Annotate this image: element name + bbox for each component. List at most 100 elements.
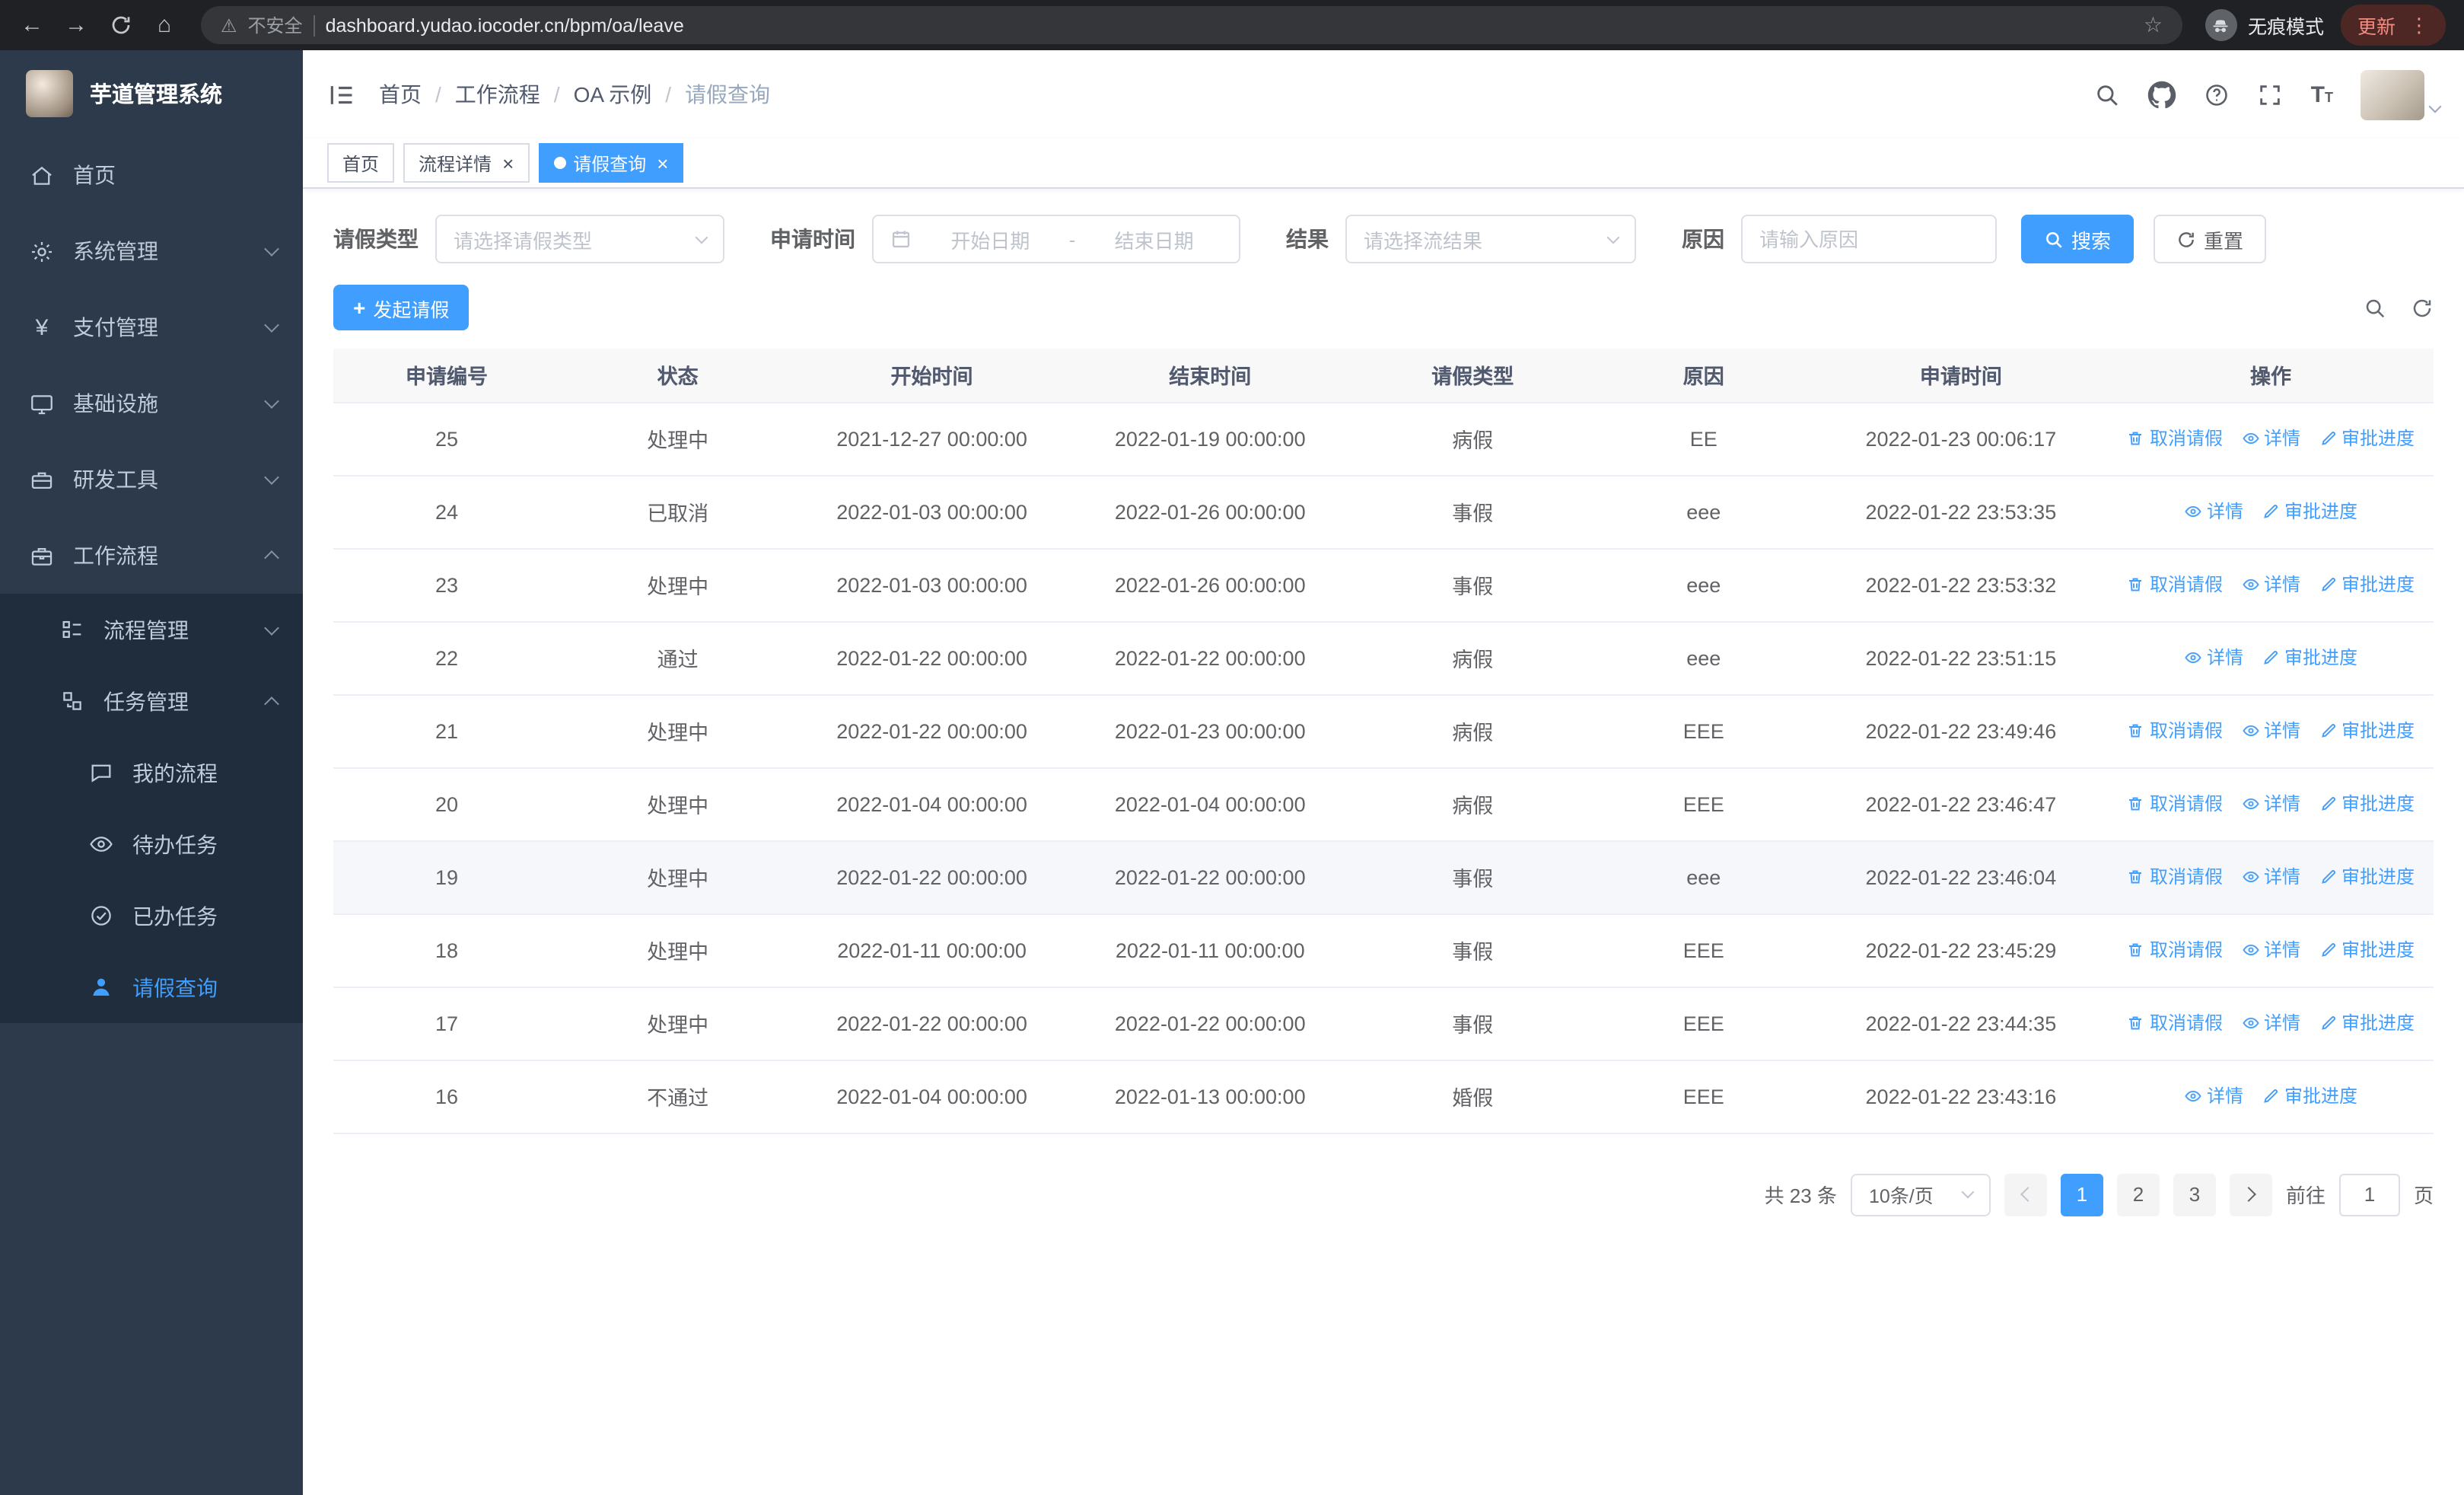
action-cancel-link[interactable]: 取消请假 [2127, 1010, 2223, 1036]
help-icon[interactable] [2205, 81, 2230, 107]
action-detail-link[interactable]: 详情 [2184, 499, 2243, 524]
chevron-down-icon [264, 241, 279, 257]
action-cancel-link[interactable]: 取消请假 [2127, 937, 2223, 963]
action-cancel-link[interactable]: 取消请假 [2127, 864, 2223, 890]
logo[interactable]: 芋道管理系统 [0, 50, 303, 137]
breadcrumb-item[interactable]: 首页 [379, 79, 422, 110]
breadcrumb-item[interactable]: OA 示例 [574, 79, 652, 110]
table-row: 17 处理中 2022-01-22 00:00:00 2022-01-22 00:00… [333, 987, 2434, 1060]
refresh-table-icon[interactable] [2411, 296, 2434, 319]
sidebar-item-infra[interactable]: 基础设施 [0, 365, 303, 441]
sidebar-item-task-mgmt[interactable]: 任务管理 [0, 665, 303, 737]
home-icon[interactable]: ⌂ [151, 12, 178, 38]
user-menu[interactable] [2361, 69, 2442, 120]
action-progress-link[interactable]: 审批进度 [2319, 937, 2415, 963]
browser-chrome: ← → ⌂ ⚠ 不安全 dashboard.yudao.iocoder.cn/b… [0, 0, 2464, 50]
close-icon[interactable]: × [657, 153, 668, 173]
action-progress-link[interactable]: 审批进度 [2319, 572, 2415, 598]
reset-button[interactable]: 重置 [2154, 215, 2267, 263]
create-leave-button[interactable]: + 发起请假 [333, 285, 470, 330]
cell-actions: 取消请假 详情 审批进度 [2108, 767, 2434, 841]
sidebar-item-system[interactable]: 系统管理 [0, 213, 303, 289]
action-progress-link[interactable]: 审批进度 [2262, 645, 2357, 671]
breadcrumb-item[interactable]: 工作流程 [455, 79, 540, 110]
action-progress-link[interactable]: 审批进度 [2319, 1010, 2415, 1036]
action-progress-link[interactable]: 审批进度 [2319, 864, 2415, 890]
action-detail-link[interactable]: 详情 [2184, 1083, 2243, 1109]
sidebar-item-label: 任务管理 [103, 689, 189, 713]
goto-page-input[interactable] [2338, 1173, 2400, 1216]
fullscreen-icon[interactable] [2258, 81, 2284, 107]
sidebar-collapse-icon[interactable] [327, 80, 356, 109]
chevron-down-icon [264, 620, 279, 635]
sidebar-item-done-tasks[interactable]: 已办任务 [0, 880, 303, 952]
action-label: 取消请假 [2149, 428, 2223, 450]
toggle-search-icon[interactable] [2364, 296, 2386, 319]
date-range-picker[interactable]: 开始日期 - 结束日期 [872, 215, 1240, 263]
breadcrumb-separator: / [435, 82, 441, 107]
cell-start-time: 2022-01-04 00:00:00 [795, 1060, 1068, 1133]
action-cancel-link[interactable]: 取消请假 [2127, 718, 2223, 744]
sidebar-item-workflow[interactable]: 工作流程 [0, 518, 303, 594]
result-select[interactable]: 请选择流结果 [1345, 215, 1636, 263]
action-progress-link[interactable]: 审批进度 [2262, 499, 2357, 524]
bookmark-star-icon[interactable]: ☆ [2144, 12, 2163, 38]
page-size-select[interactable]: 10条/页 [1850, 1173, 1991, 1216]
tab[interactable]: 首页 [327, 143, 395, 183]
action-detail-link[interactable]: 详情 [2241, 1010, 2300, 1036]
action-cancel-link[interactable]: 取消请假 [2127, 572, 2223, 598]
sidebar-item-leave-query[interactable]: 请假查询 [0, 952, 303, 1023]
action-cancel-link[interactable]: 取消请假 [2127, 426, 2223, 451]
action-detail-link[interactable]: 详情 [2241, 864, 2300, 890]
font-size-icon[interactable]: TT [2311, 81, 2333, 107]
sidebar-item-process-mgmt[interactable]: 流程管理 [0, 594, 303, 665]
reason-input[interactable] [1759, 228, 1979, 250]
page-button[interactable]: 1 [2060, 1173, 2103, 1216]
update-button[interactable]: 更新 ⋮ [2340, 5, 2446, 46]
back-icon[interactable]: ← [18, 12, 46, 38]
page-button[interactable]: 3 [2173, 1173, 2216, 1216]
action-label: 详情 [2207, 647, 2244, 669]
action-progress-link[interactable]: 审批进度 [2319, 791, 2415, 817]
tab-label: 流程详情 [419, 153, 492, 174]
action-detail-link[interactable]: 详情 [2241, 426, 2300, 451]
close-icon[interactable]: × [502, 153, 514, 173]
action-label: 审批进度 [2341, 428, 2415, 450]
sidebar-item-my-process[interactable]: 我的流程 [0, 737, 303, 808]
action-detail-link[interactable]: 详情 [2241, 937, 2300, 963]
action-detail-link[interactable]: 详情 [2184, 645, 2243, 671]
cell-id: 19 [333, 840, 561, 914]
cell-reason: EEE [1593, 694, 1814, 768]
cell-apply-time: 2022-01-22 23:44:35 [1813, 987, 2109, 1060]
action-progress-link[interactable]: 审批进度 [2319, 718, 2415, 744]
prev-page-button[interactable] [2004, 1173, 2047, 1216]
next-page-button[interactable] [2229, 1173, 2272, 1216]
action-detail-link[interactable]: 详情 [2241, 572, 2300, 598]
cell-id: 16 [333, 1060, 561, 1133]
chevron-up-icon [264, 550, 279, 566]
tab[interactable]: 请假查询 × [538, 143, 684, 183]
action-label: 审批进度 [2341, 1012, 2415, 1034]
url-bar[interactable]: ⚠ 不安全 dashboard.yudao.iocoder.cn/bpm/oa/… [201, 6, 2182, 44]
action-detail-link[interactable]: 详情 [2241, 718, 2300, 744]
sidebar-item-home[interactable]: 首页 [0, 137, 303, 213]
action-progress-link[interactable]: 审批进度 [2319, 426, 2415, 451]
action-cancel-link[interactable]: 取消请假 [2127, 791, 2223, 817]
menu-dots-icon[interactable]: ⋮ [2409, 13, 2429, 37]
search-button[interactable]: 搜索 [2021, 215, 2135, 263]
page-button[interactable]: 2 [2116, 1173, 2160, 1216]
sidebar-item-label: 我的流程 [132, 760, 218, 785]
leave-type-select[interactable]: 请选择请假类型 [435, 215, 724, 263]
cell-actions: 取消请假 详情 审批进度 [2108, 694, 2434, 768]
reload-icon[interactable] [107, 14, 134, 37]
sidebar-item-todo-tasks[interactable]: 待办任务 [0, 808, 303, 880]
action-detail-link[interactable]: 详情 [2241, 791, 2300, 817]
forward-icon[interactable]: → [62, 12, 90, 38]
sidebar-item-devtools[interactable]: 研发工具 [0, 441, 303, 518]
sidebar-item-payment[interactable]: ¥ 支付管理 [0, 289, 303, 365]
github-icon[interactable] [2148, 80, 2177, 109]
tab[interactable]: 流程详情 × [403, 143, 530, 183]
cell-actions: 详情 审批进度 [2108, 475, 2434, 549]
search-icon[interactable] [2095, 81, 2121, 107]
action-progress-link[interactable]: 审批进度 [2262, 1083, 2357, 1109]
